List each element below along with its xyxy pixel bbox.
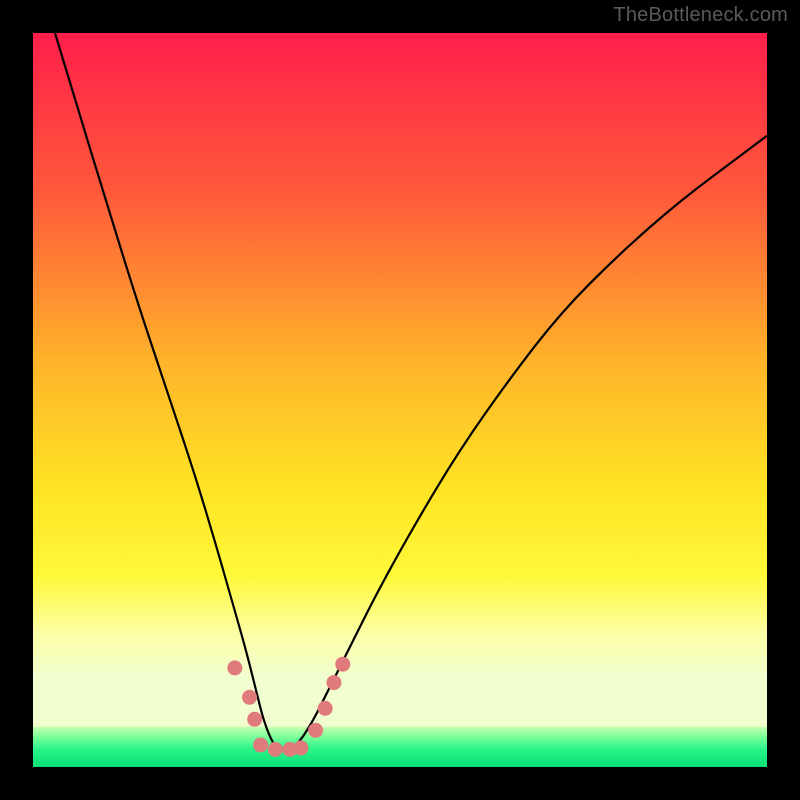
- bottleneck-chart: [33, 33, 767, 767]
- green-band: [33, 727, 767, 767]
- gradient-background: [33, 33, 767, 767]
- data-marker: [335, 657, 350, 672]
- plot-area: [33, 33, 767, 767]
- data-marker: [318, 701, 333, 716]
- data-marker: [242, 690, 257, 705]
- chart-frame: TheBottleneck.com: [0, 0, 800, 800]
- data-marker: [253, 737, 268, 752]
- data-marker: [308, 723, 323, 738]
- data-marker: [247, 712, 262, 727]
- data-marker: [326, 675, 341, 690]
- data-marker: [227, 660, 242, 675]
- data-marker: [268, 742, 283, 757]
- watermark-text: TheBottleneck.com: [613, 4, 788, 27]
- data-marker: [293, 740, 308, 755]
